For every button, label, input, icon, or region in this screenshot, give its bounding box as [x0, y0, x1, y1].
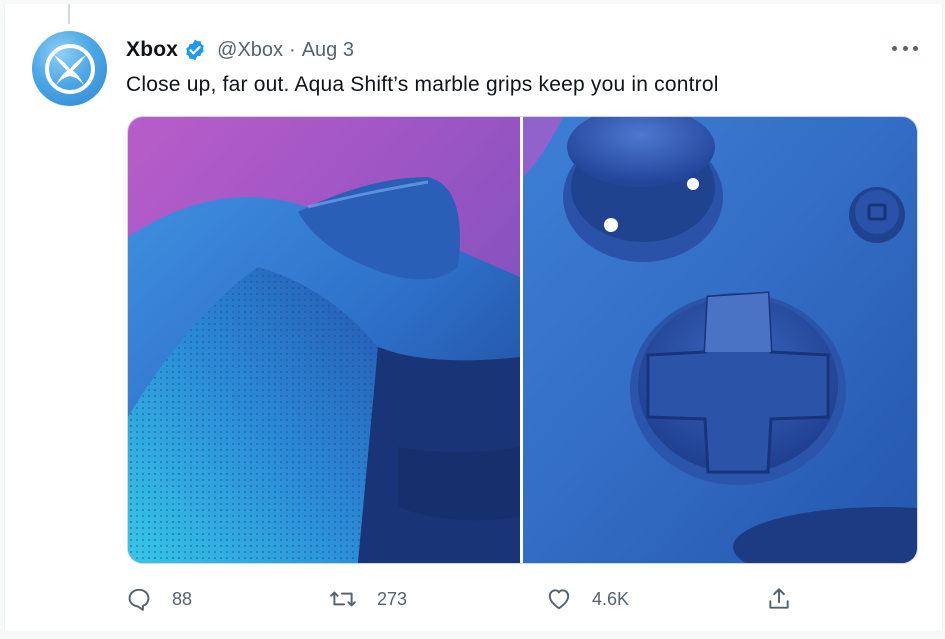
more-dot — [902, 45, 908, 51]
like-icon — [546, 586, 572, 612]
separator-dot: · — [289, 38, 296, 61]
retweet-count: 273 — [377, 588, 408, 609]
photo-controller-dpad[interactable] — [523, 117, 917, 563]
tweet-card[interactable]: Xbox @Xbox · Aug 3 Close up, far out. Aq… — [4, 4, 943, 631]
more-dot — [913, 45, 918, 51]
retweet-icon — [329, 586, 357, 612]
reply-icon — [126, 586, 152, 612]
avatar[interactable] — [32, 31, 107, 106]
tweet-header: Xbox @Xbox · Aug 3 — [126, 36, 354, 64]
retweet-button[interactable]: 273 — [329, 583, 407, 615]
reply-button[interactable]: 88 — [126, 583, 192, 615]
share-button[interactable] — [766, 583, 792, 615]
xbox-logo-icon — [44, 43, 95, 94]
like-count: 4.6K — [592, 588, 630, 609]
author-name[interactable]: Xbox — [126, 38, 178, 62]
verified-badge-icon — [186, 39, 204, 61]
photo-controller-grip[interactable] — [128, 117, 520, 563]
more-icon[interactable] — [892, 42, 918, 54]
reply-count: 88 — [172, 588, 193, 609]
tweet-actions: 88 273 4.6K — [126, 583, 806, 615]
tweet-media[interactable] — [127, 116, 918, 564]
thread-line — [68, 4, 70, 24]
share-icon — [766, 586, 792, 612]
tweet-text: Close up, far out. Aqua Shift’s marble g… — [126, 73, 719, 96]
like-button[interactable]: 4.6K — [546, 583, 629, 615]
tweet-date[interactable]: Aug 3 — [302, 39, 354, 62]
more-dot — [892, 45, 897, 51]
author-handle[interactable]: @Xbox — [217, 39, 283, 62]
